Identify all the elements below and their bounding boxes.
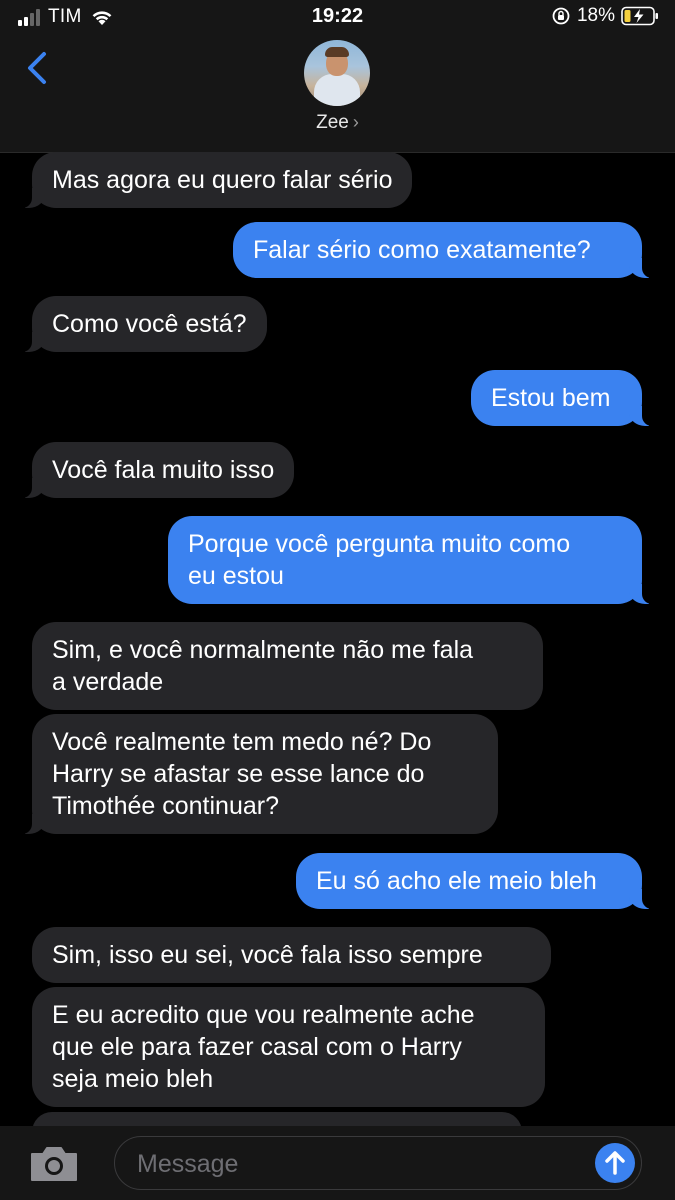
- message-text-line: seja meio bleh: [52, 1065, 214, 1093]
- status-right: 18%: [551, 5, 659, 27]
- message-bubble-received[interactable]: Como você está?: [20, 296, 267, 352]
- contact-name-button[interactable]: Zee ›: [0, 112, 675, 134]
- message-text: Como você está?: [52, 310, 247, 338]
- message-bubble-sent[interactable]: Porque você pergunta muito como eu estou: [168, 516, 654, 604]
- rotation-lock-icon: [552, 7, 570, 25]
- camera-icon[interactable]: [28, 1144, 80, 1184]
- status-bar: TIM 19:22 18%: [0, 0, 675, 34]
- message-bubble-received[interactable]: Você fala muito isso: [19, 442, 295, 498]
- chevron-right-icon: ›: [352, 112, 359, 132]
- message-bubble-received[interactable]: Mas agora eu quero falar sério: [19, 152, 413, 208]
- message-text: Você fala muito isso: [52, 456, 275, 484]
- message-text-line: eu estou: [188, 562, 284, 590]
- avatar[interactable]: [304, 40, 370, 106]
- message-text: Sim, isso eu sei, você fala isso sempre: [52, 941, 483, 969]
- message-text: Estou bem: [491, 384, 611, 412]
- message-input[interactable]: [135, 1147, 579, 1181]
- message-text: Falar sério como exatamente?: [253, 236, 591, 264]
- message-text-line: a verdade: [52, 668, 164, 696]
- composer-bar: [0, 1126, 675, 1200]
- message-text-line: Porque você pergunta muito como: [188, 530, 571, 558]
- message-bubble-received[interactable]: E eu acredito que vou realmente ache que…: [32, 987, 545, 1107]
- message-text-line: Timothée continuar?: [52, 792, 279, 820]
- message-bubble-received[interactable]: Você realmente tem medo né? Do Harry se …: [20, 714, 498, 834]
- battery-charging-icon: [621, 6, 658, 26]
- battery-percent: 18%: [576, 5, 615, 26]
- message-text-line: que ele para fazer casal com o Harry: [52, 1033, 462, 1061]
- message-text-line: Sim, e você normalmente não me fala: [52, 636, 474, 664]
- message-bubble-received[interactable]: Sim, e você normalmente não me fala a ve…: [32, 622, 543, 710]
- conversation-header: Zee ›: [0, 34, 675, 153]
- message-bubble-sent[interactable]: Eu só acho ele meio bleh: [296, 853, 654, 909]
- message-text-line: Harry se afastar se esse lance do: [52, 760, 425, 788]
- back-chevron-icon[interactable]: [22, 48, 52, 88]
- message-bubble-sent[interactable]: Estou bem: [471, 370, 654, 426]
- message-field[interactable]: [114, 1136, 642, 1190]
- message-text: Eu só acho ele meio bleh: [316, 867, 597, 895]
- message-text-line: E eu acredito que vou realmente ache: [52, 1001, 475, 1029]
- contact-name: Zee: [316, 112, 349, 133]
- send-button[interactable]: [595, 1143, 635, 1183]
- message-text-line: Você realmente tem medo né? Do: [52, 728, 432, 756]
- message-bubble-sent[interactable]: Falar sério como exatamente?: [233, 222, 654, 278]
- send-arrow-icon: [605, 1151, 625, 1175]
- message-bubble-received[interactable]: Sim, isso eu sei, você fala isso sempre: [32, 927, 551, 983]
- message-text: Mas agora eu quero falar sério: [52, 166, 393, 194]
